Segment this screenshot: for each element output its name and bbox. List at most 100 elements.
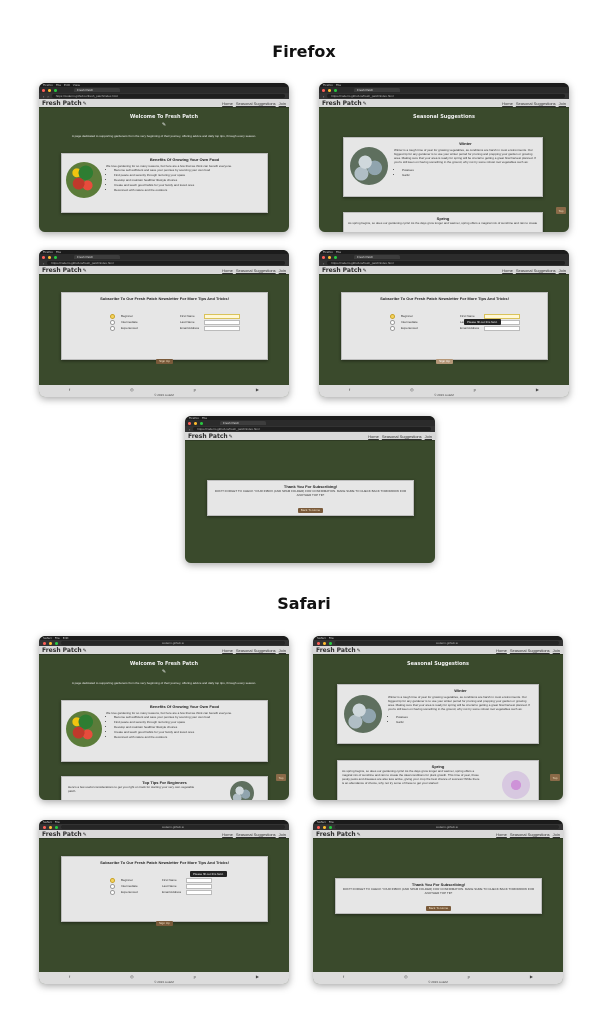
nav-home[interactable]: Home: [222, 268, 233, 273]
nav-seasonal[interactable]: Seasonal Suggestions: [236, 268, 276, 273]
youtube-icon[interactable]: ▶: [536, 387, 539, 392]
nav-home[interactable]: Home: [496, 648, 507, 653]
facebook-icon[interactable]: f: [69, 974, 70, 979]
nav-home[interactable]: Home: [368, 434, 379, 439]
youtube-icon[interactable]: ▶: [530, 974, 533, 979]
email-field[interactable]: [204, 325, 240, 331]
nav-join[interactable]: Join: [553, 648, 560, 653]
site-logo[interactable]: Fresh Patch✎: [316, 647, 361, 654]
back-home-button[interactable]: Back To Home: [425, 905, 452, 911]
back-icon[interactable]: ‹: [323, 261, 324, 266]
nav-seasonal[interactable]: Seasonal Suggestions: [236, 832, 276, 837]
page-title: Seasonal Suggestions: [407, 661, 469, 667]
nav-join[interactable]: Join: [559, 101, 566, 106]
nav-join[interactable]: Join: [553, 832, 560, 837]
site-logo[interactable]: Fresh Patch✎: [42, 831, 87, 838]
site-logo[interactable]: Fresh Patch✎: [322, 100, 367, 107]
site-logo[interactable]: Fresh Patch✎: [316, 831, 361, 838]
nav-home[interactable]: Home: [222, 101, 233, 106]
browser-tab[interactable]: Fresh Patch: [74, 255, 120, 259]
radio-experienced[interactable]: [110, 325, 115, 331]
pinterest-icon[interactable]: p: [194, 387, 196, 392]
youtube-icon[interactable]: ▶: [256, 974, 259, 979]
sign-up-button[interactable]: Sign Up: [156, 358, 173, 364]
back-home-button[interactable]: Back To Home: [297, 507, 324, 513]
browser-tab[interactable]: Fresh Patch: [354, 255, 400, 259]
address-field[interactable]: coderm.github.io: [61, 641, 285, 645]
nav-seasonal[interactable]: Seasonal Suggestions: [516, 101, 556, 106]
address-field[interactable]: https://coderm.github.io/fresh_patch/ind…: [51, 94, 285, 98]
nav-seasonal[interactable]: Seasonal Suggestions: [510, 832, 550, 837]
pinterest-icon[interactable]: p: [468, 974, 470, 979]
nav-home[interactable]: Home: [496, 832, 507, 837]
last-name-field[interactable]: [204, 319, 240, 325]
site-logo[interactable]: Fresh Patch✎: [188, 433, 233, 440]
first-name-field[interactable]: [484, 313, 520, 319]
nav-seasonal[interactable]: Seasonal Suggestions: [236, 648, 276, 653]
top-button[interactable]: Top: [556, 207, 566, 214]
top-button[interactable]: Top: [276, 774, 286, 781]
nav-join[interactable]: Join: [279, 101, 286, 106]
nav-home[interactable]: Home: [502, 268, 513, 273]
address-field[interactable]: https://coderm.github.io/fresh_patch/ind…: [327, 94, 565, 98]
facebook-icon[interactable]: f: [343, 974, 344, 979]
back-icon[interactable]: ‹: [43, 94, 44, 99]
browser-tab[interactable]: Fresh Patch: [354, 88, 400, 92]
radio-beginner[interactable]: [110, 877, 115, 883]
first-name-field[interactable]: [204, 313, 240, 319]
address-field[interactable]: coderm.github.io: [335, 641, 559, 645]
nav-home[interactable]: Home: [502, 101, 513, 106]
address-field[interactable]: https://coderm.github.io/fresh_patch/ind…: [327, 261, 565, 265]
sign-up-button[interactable]: Sign Up: [436, 358, 453, 364]
back-icon[interactable]: ‹: [43, 261, 44, 266]
nav-join[interactable]: Join: [559, 268, 566, 273]
site-logo[interactable]: Fresh Patch✎: [42, 267, 87, 274]
radio-beginner[interactable]: [390, 313, 395, 319]
radio-intermediate[interactable]: [110, 319, 115, 325]
site-logo[interactable]: Fresh Patch✎: [42, 647, 87, 654]
nav-seasonal[interactable]: Seasonal Suggestions: [516, 268, 556, 273]
browser-tab[interactable]: Fresh Patch: [74, 88, 120, 92]
nav-seasonal[interactable]: Seasonal Suggestions: [236, 101, 276, 106]
facebook-icon[interactable]: f: [349, 387, 350, 392]
pinterest-icon[interactable]: p: [474, 387, 476, 392]
address-field[interactable]: https://coderm.github.io/fresh_patch/ind…: [47, 261, 285, 265]
address-field[interactable]: https://coderm.github.io/fresh_patch/ind…: [193, 427, 431, 431]
nav-join[interactable]: Join: [279, 648, 286, 653]
site-logo[interactable]: Fresh Patch✎: [322, 267, 367, 274]
intro-text: A page dedicated to supporting gardeners…: [71, 134, 257, 138]
browser-tab[interactable]: Fresh Patch: [220, 421, 266, 425]
site-logo[interactable]: Fresh Patch✎: [42, 100, 87, 107]
nav-join[interactable]: Join: [425, 434, 432, 439]
page-title: Welcome To Fresh Patch: [129, 661, 199, 667]
nav-home[interactable]: Home: [222, 832, 233, 837]
radio-intermediate[interactable]: [110, 883, 115, 889]
nav-seasonal[interactable]: Seasonal Suggestions: [382, 434, 422, 439]
top-button[interactable]: Top: [550, 774, 560, 781]
email-field[interactable]: [186, 889, 212, 895]
facebook-icon[interactable]: f: [69, 387, 70, 392]
youtube-icon[interactable]: ▶: [256, 387, 259, 392]
radio-intermediate[interactable]: [390, 319, 395, 325]
nav-join[interactable]: Join: [279, 832, 286, 837]
pinterest-icon[interactable]: p: [194, 974, 196, 979]
instagram-icon[interactable]: ◎: [130, 974, 134, 979]
first-name-field[interactable]: [186, 877, 212, 883]
nav-seasonal[interactable]: Seasonal Suggestions: [510, 648, 550, 653]
radio-beginner[interactable]: [110, 313, 115, 319]
nav-home[interactable]: Home: [222, 648, 233, 653]
radio-experienced[interactable]: [390, 325, 395, 331]
email-field[interactable]: [484, 325, 520, 331]
instagram-icon[interactable]: ◎: [130, 387, 134, 392]
instagram-icon[interactable]: ◎: [410, 387, 414, 392]
instagram-icon[interactable]: ◎: [404, 974, 408, 979]
forward-icon[interactable]: ›: [47, 94, 48, 99]
back-icon[interactable]: ‹: [189, 427, 190, 432]
nav-join[interactable]: Join: [279, 268, 286, 273]
address-field[interactable]: coderm.github.io: [335, 825, 559, 829]
address-field[interactable]: coderm.github.io: [61, 825, 285, 829]
back-icon[interactable]: ‹: [323, 94, 324, 99]
sign-up-button[interactable]: Sign Up: [156, 920, 173, 926]
last-name-field[interactable]: [186, 883, 212, 889]
radio-experienced[interactable]: [110, 889, 115, 895]
